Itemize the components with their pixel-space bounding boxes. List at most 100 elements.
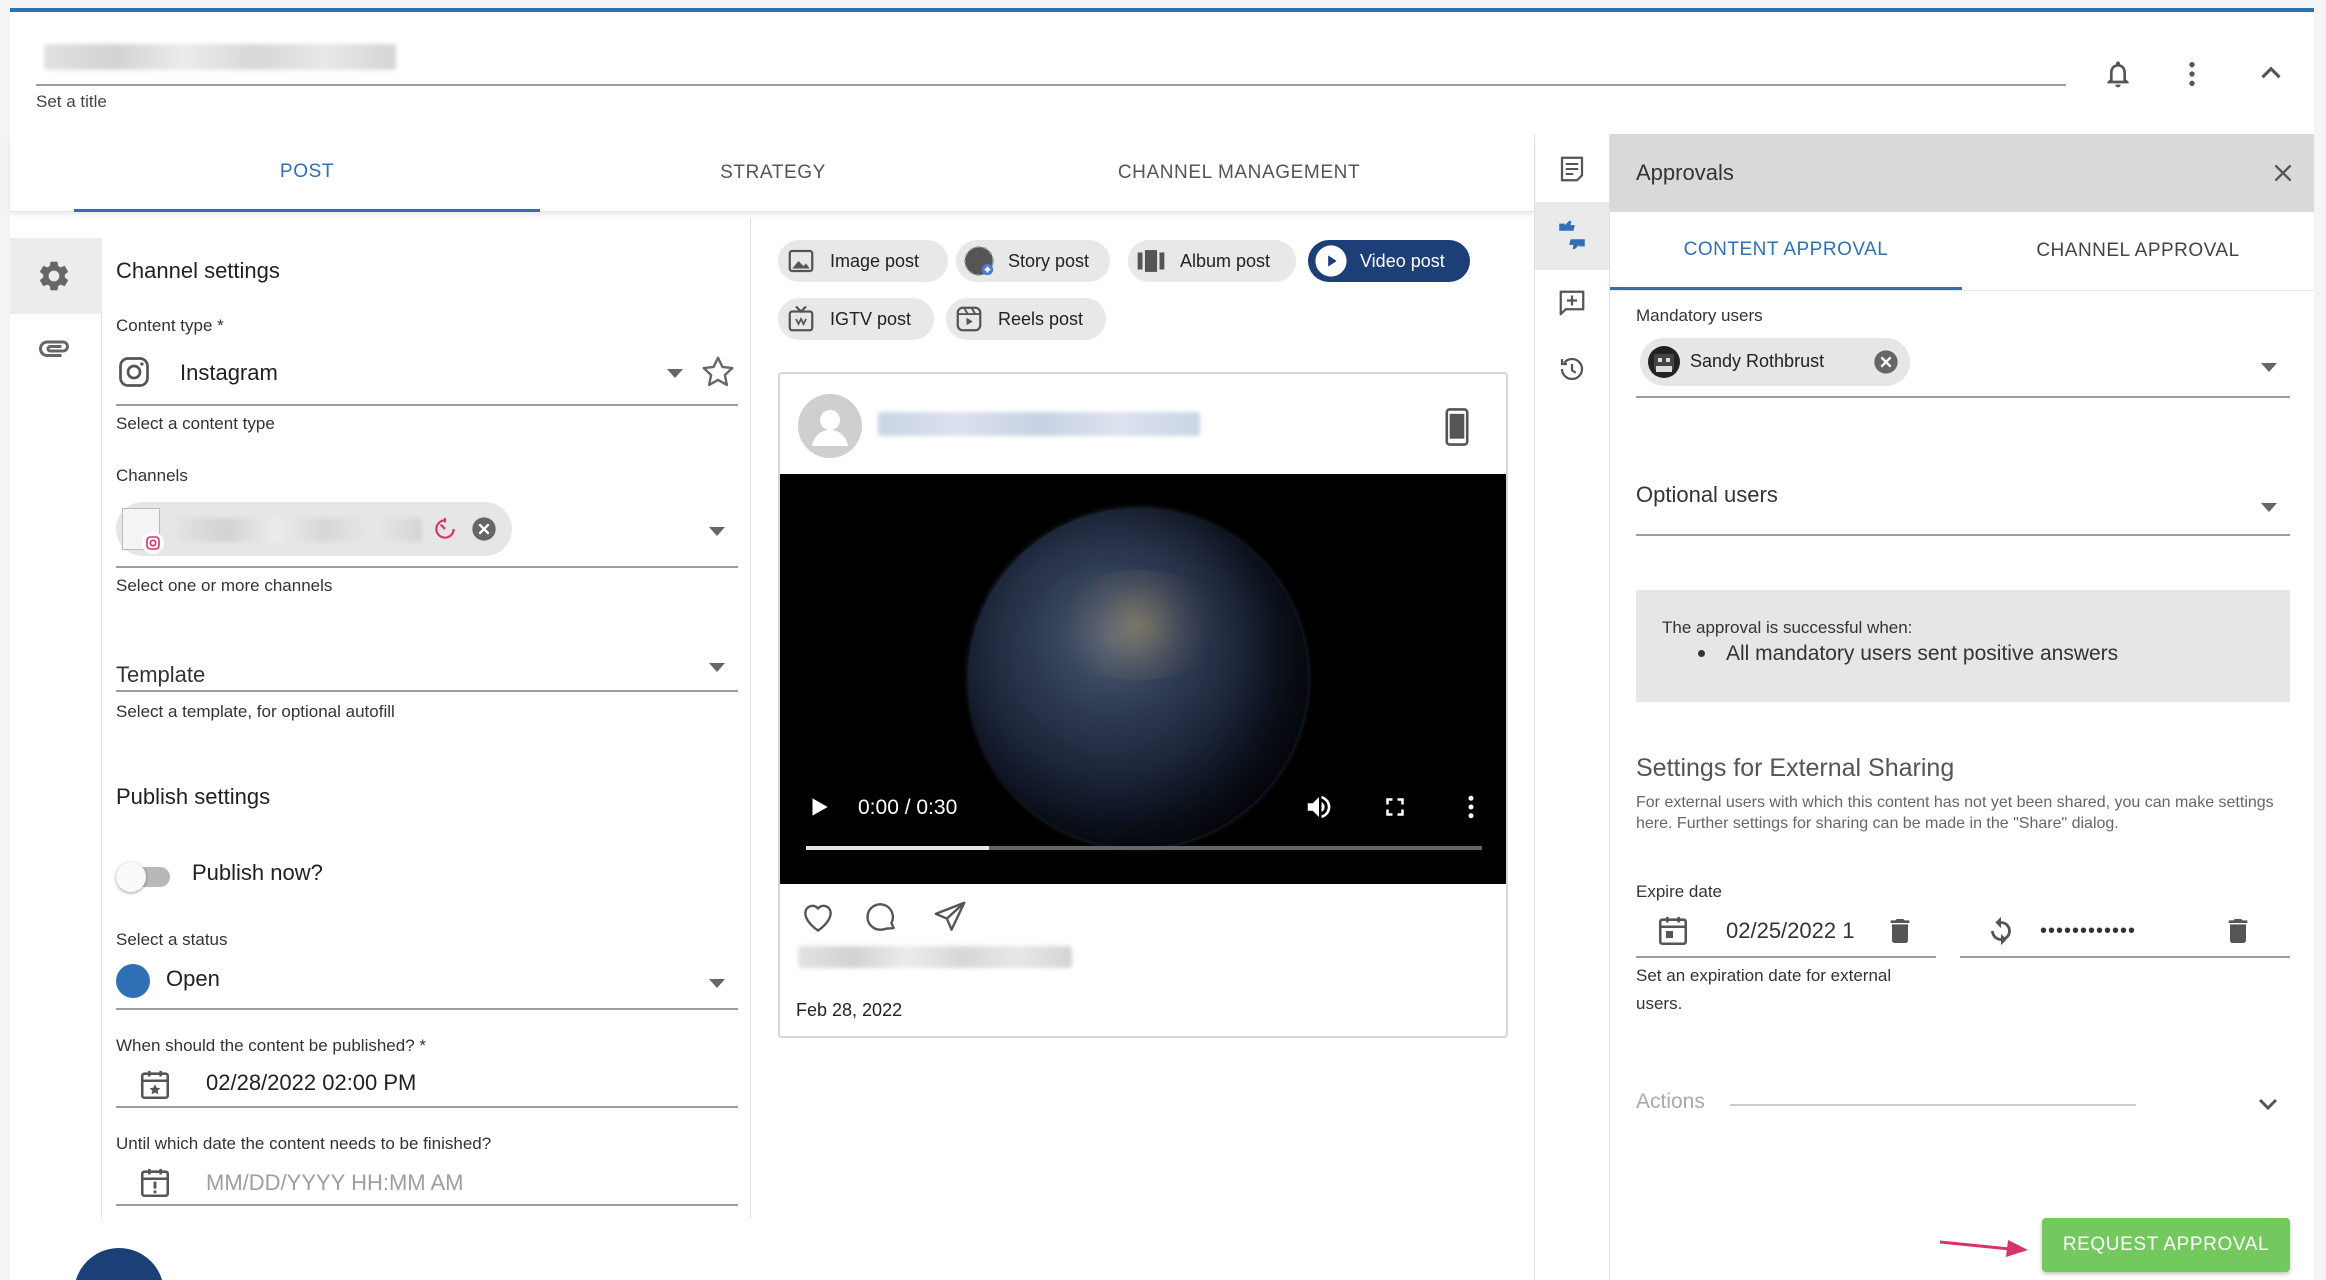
video-player[interactable]: 0:00 / 0:30 (780, 474, 1506, 884)
publish-now-toggle[interactable] (116, 862, 172, 892)
template-dropdown-arrow-icon[interactable] (706, 660, 728, 674)
heart-icon[interactable] (798, 898, 838, 936)
pointer-arrow (1938, 1228, 2032, 1258)
user-avatar (1648, 346, 1680, 378)
sharing-description: For external users with which this conte… (1636, 794, 2274, 832)
channels-hint: Select one or more channels (116, 576, 333, 595)
tab-channel-approval[interactable]: CHANNEL APPROVAL (1962, 212, 2314, 290)
story-icon (962, 244, 996, 278)
tab-post[interactable]: POST (74, 134, 540, 212)
video-progress-fill (806, 846, 989, 850)
title-input[interactable] (36, 40, 2066, 86)
calendar-star-icon[interactable] (138, 1068, 172, 1102)
tabs-underline (1610, 290, 2314, 291)
settings-sidebar (10, 238, 102, 1218)
image-post-chip[interactable]: Image post (778, 240, 948, 282)
request-approval-button[interactable]: REQUEST APPROVAL (2042, 1218, 2290, 1272)
thumbs-up-down-icon[interactable] (1555, 218, 1589, 252)
status-dot (116, 964, 150, 998)
optional-underline (1636, 534, 2290, 536)
expire-underline (1636, 956, 1936, 958)
title-hint: Set a title (36, 92, 107, 111)
post-date: Feb 28, 2022 (796, 1000, 903, 1020)
channel-chip[interactable] (116, 502, 512, 556)
chevron-up-icon[interactable] (2254, 56, 2288, 90)
calendar-icon[interactable] (1656, 914, 1690, 948)
reels-post-chip[interactable]: Reels post (946, 298, 1106, 340)
finish-date-input[interactable]: MM/DD/YYYY HH:MM AM (206, 1170, 464, 1196)
igtv-post-chip[interactable]: IGTV post (778, 298, 934, 340)
story-post-chip[interactable]: Story post (956, 240, 1110, 282)
template-hint: Select a template, for optional autofill (116, 702, 395, 721)
blurred-profile-name (878, 412, 1200, 436)
password-input[interactable]: •••••••••••• (2040, 920, 2136, 943)
igtv-post-label: IGTV post (830, 308, 912, 329)
smartphone-icon[interactable] (1442, 408, 1472, 446)
template-select[interactable]: Template (116, 662, 205, 688)
remove-channel-icon[interactable] (470, 515, 498, 543)
status-dropdown-arrow-icon[interactable] (706, 976, 728, 990)
status-select[interactable]: Open (166, 966, 220, 992)
gear-icon[interactable] (36, 258, 72, 294)
play-icon[interactable] (806, 794, 832, 820)
delete-expire-icon[interactable] (1884, 914, 1916, 948)
content-type-underline (116, 404, 738, 406)
calendar-alert-icon[interactable] (138, 1166, 172, 1200)
dropdown-arrow-icon[interactable] (664, 366, 686, 380)
mandatory-user-chip[interactable]: Sandy Rothbrust (1640, 338, 1910, 386)
timer-icon (432, 516, 458, 542)
remove-user-icon[interactable] (1872, 348, 1900, 376)
more-vert-icon[interactable] (2176, 58, 2208, 90)
content-type-select[interactable]: Instagram (180, 360, 278, 386)
close-icon[interactable] (2270, 160, 2296, 186)
city-lights (1048, 570, 1228, 680)
blurred-title (44, 44, 396, 70)
volume-icon[interactable] (1304, 792, 1334, 822)
album-post-chip[interactable]: Album post (1128, 240, 1296, 282)
mandatory-dropdown-arrow-icon[interactable] (2258, 360, 2280, 374)
attachment-icon[interactable] (36, 330, 72, 366)
expire-hint: Set an expiration date for external user… (1636, 966, 1892, 1013)
sharing-title: Settings for External Sharing (1636, 754, 1955, 782)
reels-post-label: Reels post (998, 308, 1084, 329)
tab-channel-management[interactable]: CHANNEL MANAGEMENT (1006, 134, 1472, 212)
finish-date-label: Until which date the content needs to be… (116, 1134, 492, 1153)
image-post-label: Image post (830, 250, 920, 271)
notes-icon[interactable] (1557, 154, 1587, 184)
add-comment-icon[interactable] (1557, 288, 1587, 318)
profile-avatar (798, 394, 862, 458)
video-time: 0:00 / 0:30 (858, 796, 958, 819)
optional-users-select[interactable]: Optional users (1636, 482, 1778, 508)
comment-icon[interactable] (862, 898, 900, 936)
publish-settings-title: Publish settings (116, 784, 271, 809)
fullscreen-icon[interactable] (1380, 792, 1410, 822)
actions-expand-icon[interactable] (2252, 1088, 2284, 1120)
send-icon[interactable] (930, 898, 970, 936)
reels-icon (952, 302, 986, 336)
video-post-chip[interactable]: Video post (1308, 240, 1470, 282)
actions-label: Actions (1636, 1090, 1705, 1113)
channels-dropdown-arrow-icon[interactable] (706, 524, 728, 538)
refresh-icon[interactable] (1984, 914, 2018, 948)
play-circle-icon (1314, 244, 1348, 278)
tab-strategy[interactable]: STRATEGY (540, 134, 1006, 212)
channels-underline (116, 566, 738, 568)
optional-dropdown-arrow-icon[interactable] (2258, 500, 2280, 514)
history-icon[interactable] (1557, 354, 1587, 384)
content-type-label: Content type * (116, 316, 224, 335)
instagram-badge-icon (142, 532, 164, 554)
publish-date-input[interactable]: 02/28/2022 02:00 PM (206, 1070, 416, 1096)
channels-label: Channels (116, 466, 188, 485)
mandatory-underline (1636, 396, 2290, 398)
expire-date-input[interactable]: 02/25/2022 1 (1726, 918, 1854, 944)
actions-line (1730, 1104, 2136, 1106)
column-divider (750, 218, 751, 1218)
tv-icon (784, 302, 818, 336)
star-icon[interactable] (700, 354, 736, 390)
blurred-likes (798, 946, 1072, 968)
video-more-icon[interactable] (1456, 792, 1486, 822)
tab-content-approval[interactable]: CONTENT APPROVAL (1610, 212, 1962, 290)
delete-password-icon[interactable] (2222, 914, 2254, 948)
image-icon (784, 244, 818, 278)
bell-icon[interactable] (2102, 56, 2134, 92)
